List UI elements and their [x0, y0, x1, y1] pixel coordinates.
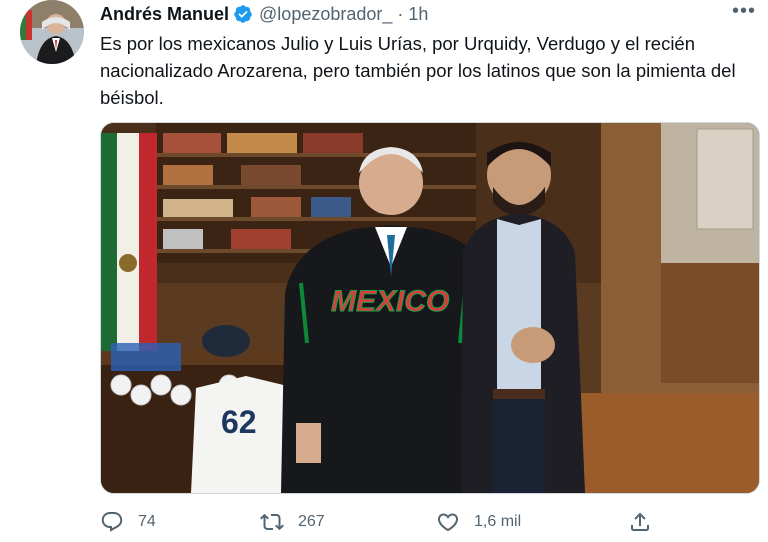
share-icon	[631, 512, 649, 531]
more-dots-icon[interactable]: •••	[732, 0, 756, 23]
jacket-text: MEXICO	[331, 285, 449, 318]
reply-icon	[101, 512, 123, 532]
like-count: 1,6 mil	[474, 513, 522, 530]
tweet-header: Andrés Manuel @lopezobrador_ · 1h	[100, 2, 748, 26]
retweet-icon	[260, 513, 284, 531]
tweet-photo[interactable]: 62 MEXICO	[100, 122, 760, 494]
reply-button[interactable]: 74	[100, 510, 156, 534]
retweet-count: 267	[298, 513, 325, 530]
verified-badge-icon	[234, 5, 252, 23]
avatar[interactable]	[20, 0, 84, 64]
avatar-image	[20, 0, 84, 64]
tweet-text: Es por los mexicanos Julio y Luis Urías,…	[100, 33, 736, 108]
display-name[interactable]: Andrés Manuel	[100, 4, 229, 25]
tweet-photo-image: 62 MEXICO	[101, 123, 759, 493]
retweet-button[interactable]: 267	[260, 510, 325, 534]
handle[interactable]: @lopezobrador_	[259, 4, 392, 25]
like-button[interactable]: 1,6 mil	[436, 510, 521, 534]
heart-icon	[437, 513, 459, 532]
reply-count: 74	[138, 513, 156, 530]
separator-dot: ·	[397, 3, 404, 24]
tweet[interactable]: Andrés Manuel @lopezobrador_ · 1h ••• Es…	[0, 0, 768, 542]
jersey-number: 62	[221, 404, 257, 440]
timestamp[interactable]: 1h	[408, 4, 428, 25]
tweet-actions: 74 267 1,6 mil	[100, 510, 660, 538]
share-button[interactable]	[628, 510, 666, 534]
